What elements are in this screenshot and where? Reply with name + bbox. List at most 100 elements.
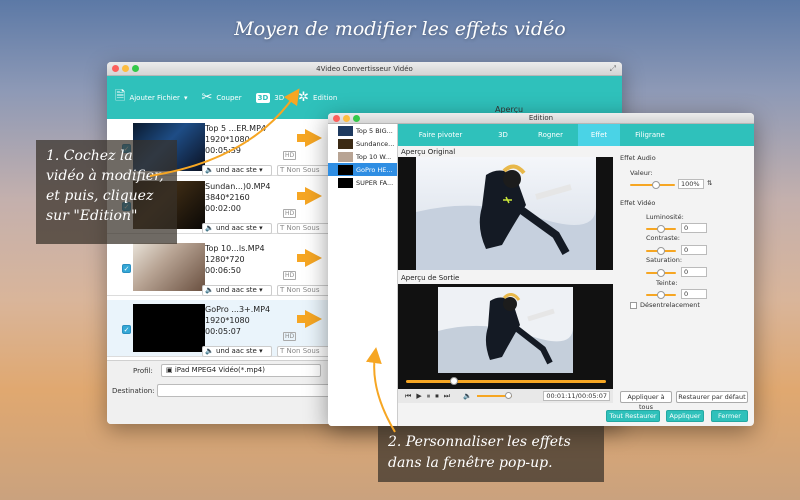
resize-icon[interactable]: ⤢ — [610, 62, 616, 76]
original-preview-image — [416, 157, 596, 270]
edition-file-label: GoPro HE... — [356, 165, 393, 174]
skip-forward-icon[interactable]: ⏭ — [444, 392, 450, 401]
tab-effect[interactable]: Effet — [578, 124, 620, 146]
skip-back-icon[interactable]: ⏮ — [405, 392, 411, 401]
playback-progress[interactable] — [406, 377, 606, 385]
callout-1-line: vidéo à modifier, — [46, 168, 164, 184]
original-preview-label: Aperçu Original — [401, 148, 456, 156]
cut-label: Couper — [216, 93, 242, 102]
speaker-icon: 🔈 — [205, 347, 214, 355]
zoom-window-button[interactable] — [132, 65, 139, 72]
edit-label: Edition — [313, 93, 338, 102]
restore-all-button[interactable]: Tout Restaurer — [606, 410, 660, 422]
contrast-value-field[interactable]: 0 — [681, 245, 707, 255]
subtitle-select[interactable]: T Non Sous — [277, 346, 332, 357]
hue-value-field[interactable]: 0 — [681, 289, 707, 299]
file-resolution: 1920*1080 — [205, 316, 250, 325]
audio-volume-slider[interactable] — [630, 181, 675, 189]
file-name: Top 10...ls.MP4 — [205, 244, 265, 253]
audio-track-label: und aac ste — [215, 224, 257, 232]
profile-label: Profil: — [133, 367, 153, 375]
stop-icon[interactable]: ⏹ — [435, 392, 439, 401]
brightness-value-field[interactable]: 0 — [681, 223, 707, 233]
close-button[interactable]: Fermer — [711, 410, 748, 422]
restore-default-button[interactable]: Restaurer par défaut — [676, 391, 748, 403]
3d-button[interactable]: 3D 3D — [255, 92, 284, 103]
profile-select[interactable]: ▣ iPad MPEG4 Vidéo(*.mp4) — [161, 364, 321, 377]
edition-file-item[interactable]: Top 5 BIG... — [328, 124, 397, 137]
brightness-slider[interactable] — [646, 225, 676, 233]
hue-handle[interactable] — [657, 291, 665, 299]
3d-icon: 3D — [255, 92, 271, 103]
edition-file-item[interactable]: Top 10 W... — [328, 150, 397, 163]
convert-arrow-icon — [297, 187, 322, 205]
hd-badge: HD — [283, 271, 297, 280]
zoom-dialog-button[interactable] — [353, 115, 360, 122]
playback-controls: ⏮ ▶ ⏸ ⏹ ⏭ 🔈 00:01:11/00:05:07 — [398, 389, 613, 403]
apply-button[interactable]: Appliquer — [666, 410, 704, 422]
audio-track-select[interactable]: 🔈 und aac ste ▾ — [202, 165, 272, 176]
audio-track-select[interactable]: 🔈 und aac ste ▾ — [202, 346, 272, 357]
file-checkbox[interactable]: ✓ — [122, 264, 131, 273]
add-file-icon: 🗎 — [115, 88, 126, 104]
close-dialog-button[interactable] — [333, 115, 340, 122]
close-window-button[interactable] — [112, 65, 119, 72]
subtitle-select[interactable]: T Non Sous — [277, 165, 332, 176]
edition-file-label: SUPER FA... — [356, 178, 394, 187]
subtitle-select[interactable]: T Non Sous — [277, 285, 332, 296]
minimize-window-button[interactable] — [122, 65, 129, 72]
destination-field[interactable] — [157, 384, 332, 397]
progress-handle[interactable] — [450, 377, 458, 385]
saturation-handle[interactable] — [657, 269, 665, 277]
audio-track-select[interactable]: 🔈 und aac ste ▾ — [202, 285, 272, 296]
window-title: 4Video Convertisseur Vidéo — [316, 65, 413, 73]
file-thumbnail — [338, 151, 353, 162]
edit-button[interactable]: ✲ Edition — [298, 90, 337, 105]
tab-crop[interactable]: Rogner — [523, 124, 578, 146]
pause-icon[interactable]: ⏸ — [427, 392, 431, 401]
volume-handle[interactable] — [504, 392, 512, 399]
deinterlace-option[interactable]: Désentrelacement — [630, 301, 700, 309]
saturation-slider[interactable] — [646, 269, 676, 277]
file-resolution: 1280*720 — [205, 255, 245, 264]
main-titlebar: 4Video Convertisseur Vidéo ⤢ — [107, 62, 622, 76]
tab-watermark[interactable]: Filigrane — [620, 124, 680, 146]
edition-file-item[interactable]: Sundance... — [328, 137, 397, 150]
scissors-icon: ✂ — [201, 90, 213, 105]
add-file-button[interactable]: 🗎 Ajouter Fichier ▾ — [115, 87, 187, 109]
hue-slider[interactable] — [646, 291, 676, 299]
convert-arrow-icon — [297, 129, 322, 147]
volume-label: Valeur: — [630, 169, 653, 177]
destination-label: Destination: — [112, 387, 155, 395]
hd-badge: HD — [283, 209, 297, 218]
tab-3d[interactable]: 3D — [483, 124, 523, 146]
brightness-handle[interactable] — [657, 225, 665, 233]
deinterlace-checkbox[interactable] — [630, 301, 637, 309]
chevron-down-icon[interactable]: ▾ — [184, 94, 188, 102]
audio-volume-handle[interactable] — [652, 181, 660, 189]
audio-track-label: und aac ste — [215, 286, 257, 294]
edition-file-item[interactable]: GoPro HE... — [328, 163, 397, 176]
tab-rotate[interactable]: Faire pivoter — [398, 124, 483, 146]
callout-2-line: 2. Personnaliser les effets — [388, 434, 571, 450]
contrast-handle[interactable] — [657, 247, 665, 255]
volume-slider[interactable] — [476, 392, 512, 399]
edition-file-item[interactable]: SUPER FA... — [328, 176, 397, 189]
callout-1-line: 1. Cochez la — [46, 148, 133, 164]
subtitle-select[interactable]: T Non Sous — [277, 223, 332, 234]
subtitle-label: Non Sous — [286, 166, 320, 174]
file-checkbox[interactable]: ✓ — [122, 325, 131, 334]
saturation-value-field[interactable]: 0 — [681, 267, 707, 277]
callout-1-line: et puis, cliquez — [46, 188, 154, 204]
stepper-icon[interactable]: ⇅ — [707, 179, 712, 187]
volume-value-field[interactable]: 100% — [678, 179, 704, 189]
apply-all-button[interactable]: Appliquer à tous — [620, 391, 672, 411]
cut-button[interactable]: ✂ Couper — [201, 90, 241, 105]
edition-file-label: Top 5 BIG... — [356, 126, 393, 135]
contrast-slider[interactable] — [646, 247, 676, 255]
minimize-dialog-button[interactable] — [343, 115, 350, 122]
audio-track-select[interactable]: 🔈 und aac ste ▾ — [202, 223, 272, 234]
volume-icon[interactable]: 🔈 — [463, 392, 472, 400]
video-effect-label: Effet Vidéo — [620, 199, 656, 207]
play-icon[interactable]: ▶ — [416, 392, 421, 400]
